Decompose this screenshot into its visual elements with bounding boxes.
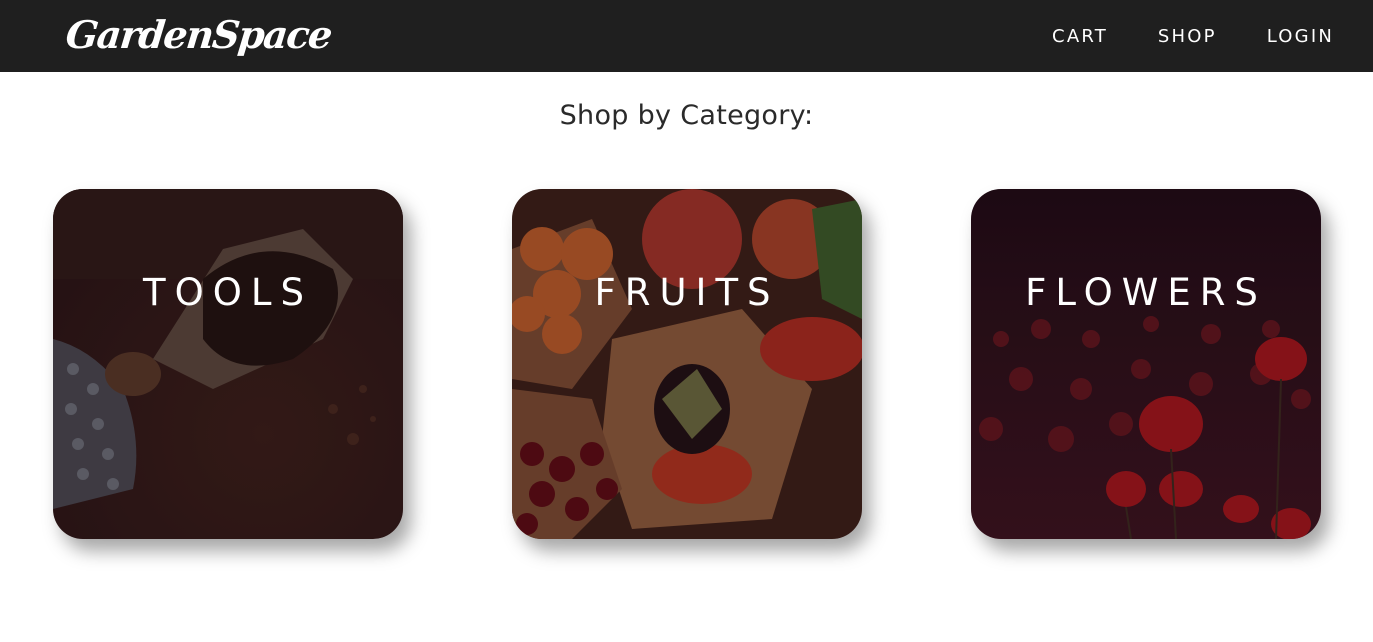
category-label-fruits: FRUITS — [594, 271, 780, 314]
nav-login-link[interactable]: LOGIN — [1267, 26, 1334, 47]
nav-cart-link[interactable]: CART — [1052, 26, 1108, 47]
tools-image — [53, 189, 403, 539]
page-heading: Shop by Category: — [559, 100, 814, 131]
fruits-image — [512, 189, 862, 539]
flowers-image — [971, 189, 1321, 539]
category-card-flowers[interactable]: FLOWERS — [971, 189, 1321, 539]
category-label-flowers: FLOWERS — [1025, 271, 1267, 314]
nav-links: CART SHOP LOGIN — [1052, 0, 1334, 72]
logo[interactable]: GardenSpace — [64, 12, 334, 58]
category-card-fruits[interactable]: FRUITS — [512, 189, 862, 539]
category-label-tools: TOOLS — [143, 271, 313, 314]
navbar: GardenSpace CART SHOP LOGIN — [0, 0, 1373, 72]
nav-shop-link[interactable]: SHOP — [1158, 26, 1217, 47]
category-card-tools[interactable]: TOOLS — [53, 189, 403, 539]
